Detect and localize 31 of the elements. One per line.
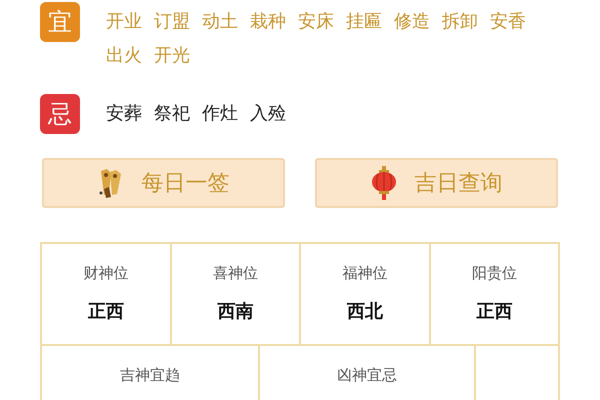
activity-item: 挂匾 [346, 10, 382, 34]
fortune-sticks-icon [98, 167, 124, 199]
lantern-icon [370, 166, 396, 200]
activity-item: 开业 [106, 10, 142, 34]
daily-fortune-button[interactable]: 每日一签 [42, 158, 285, 208]
activity-item: 安葬 [106, 102, 142, 126]
activity-item: 作灶 [202, 102, 238, 126]
table-value: 西北 [346, 300, 383, 323]
activity-item: 修造 [394, 10, 430, 34]
activity-item: 拆卸 [442, 10, 478, 34]
table-label: 财神位 [83, 264, 128, 283]
table-label: 阳贵位 [472, 264, 517, 283]
table-label: 喜神位 [212, 264, 258, 283]
auspicious-badge: 宜 [40, 2, 80, 42]
table-value: 西南 [217, 300, 254, 323]
inauspicious-badge: 忌 [40, 94, 80, 134]
activity-item: 安床 [298, 10, 334, 34]
activity-item: 动土 [202, 10, 238, 34]
activity-item: 栽种 [250, 10, 286, 34]
activity-item: 安香 [490, 10, 526, 34]
table-label: 吉神宜趋 [120, 366, 180, 385]
table-value: 正西 [88, 300, 124, 323]
activity-item: 开光 [154, 44, 190, 68]
activity-item: 祭祀 [154, 102, 190, 126]
table-value: 正西 [476, 300, 512, 323]
date-lookup-button[interactable]: 吉日查询 [315, 158, 558, 208]
activity-item: 订盟 [154, 10, 190, 34]
activity-item: 入殓 [250, 102, 286, 126]
table-label: 凶神宜忌 [337, 366, 397, 385]
activity-item: 出火 [106, 44, 142, 68]
table-label: 福神位 [342, 264, 388, 283]
